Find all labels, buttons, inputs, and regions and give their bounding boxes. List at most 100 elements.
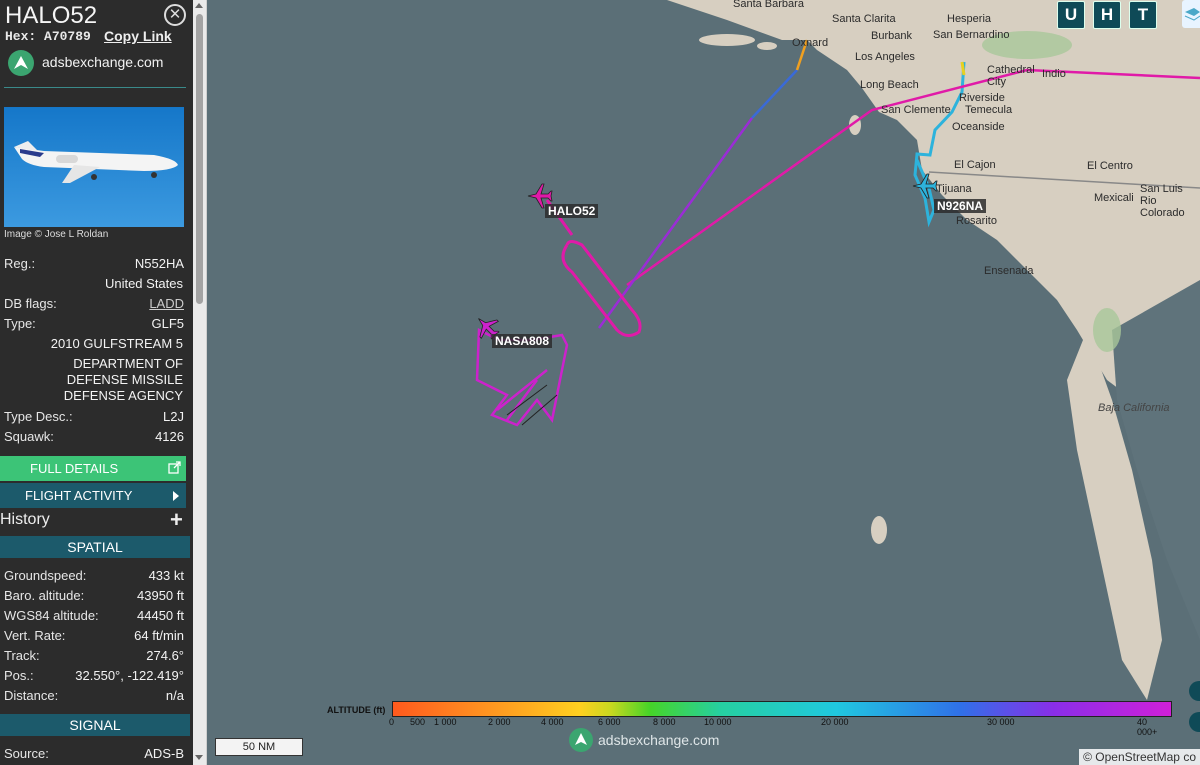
squawk-row: Squawk: 4126 [4,429,184,446]
brand-text: adsbexchange.com [42,54,164,70]
hud-button-t[interactable]: T [1129,1,1157,29]
copy-link[interactable]: Copy Link [104,28,172,44]
legend-tick: 4 000 [541,717,564,727]
full-details-label: FULL DETAILS [30,461,119,476]
squawk-label: Squawk: [4,429,54,444]
city-label: San Clemente [881,104,951,116]
legend-gradient-bar [392,701,1172,717]
reg-value: N552HA [134,256,184,271]
city-label: Riverside [959,92,1005,104]
flight-activity-label: FLIGHT ACTIVITY [25,488,133,503]
legend-tick: 20 000 [821,717,849,727]
layers-icon[interactable] [1182,0,1200,28]
wgs84-altitude-label: WGS84 altitude: [4,608,99,623]
groundspeed-value: 433 kt [148,568,184,583]
channel-island [699,34,755,46]
city-label: El Centro [1087,160,1133,172]
n926na-track-low [960,61,966,76]
history-label: History [0,511,50,528]
operator-line-1: DEPARTMENT OF [73,356,183,371]
adsbexchange-logo-icon [569,728,593,752]
source-row: Source: ADS-B [4,746,184,763]
source-value: ADS-B [144,746,184,761]
flight-activity-button[interactable]: FLIGHT ACTIVITY [0,483,186,508]
close-icon[interactable]: ✕ [164,4,186,26]
signal-heading: SIGNAL [0,714,190,736]
typedesc-label: Type Desc.: [4,409,73,424]
region-label: Baja California [1098,402,1170,414]
groundspeed-label: Groundspeed: [4,568,87,583]
hud-button-h[interactable]: H [1093,1,1121,29]
plus-icon: + [170,507,183,532]
track-row: Track: 274.6° [4,648,184,665]
baro-altitude-value: 43950 ft [137,588,184,603]
city-label: Tijuana [936,183,972,195]
vert-rate-label: Vert. Rate: [4,628,66,643]
legend-tick: 8 000 [653,717,676,727]
legend-title: ALTITUDE (ft) [327,705,386,715]
groundspeed-row: Groundspeed: 433 kt [4,568,184,585]
image-credit: Image © Jose L Roldan [4,229,109,240]
city-label: San Bernardino [933,29,1010,41]
distance-label: Distance: [4,688,59,703]
park-area [1093,308,1121,352]
full-details-button[interactable]: FULL DETAILS [0,456,186,481]
legend-tick: 500 [410,717,426,727]
city-label: Oceanside [952,121,1005,133]
typedesc-value: L2J [163,409,184,424]
brand-link[interactable]: adsbexchange.com [8,50,188,76]
position-value: 32.550°, -122.419° [75,668,184,683]
operator-line-2: DEFENSE MISSILE [66,372,183,387]
n926na-label[interactable]: N926NA [934,199,987,213]
wgs84-altitude-value: 44450 ft [137,608,184,623]
city-label: Ensenada [984,265,1034,277]
hud-button-u[interactable]: U [1057,1,1085,29]
wgs84-altitude-row: WGS84 altitude: 44450 ft [4,608,184,625]
map-canvas [475,0,1200,700]
city-label: Cathedral City [987,64,1035,88]
city-label: Santa Barbara [733,0,804,10]
callsign-title: HALO52 [5,2,98,29]
dbflags-value[interactable]: LADD [149,296,184,311]
city-label: Indio [1042,68,1066,80]
sidebar-scrollbar[interactable] [193,0,207,765]
divider [4,87,186,88]
halo52-label[interactable]: HALO52 [545,204,599,218]
nasa808-label[interactable]: NASA808 [492,334,553,348]
aircraft-info-panel: HALO52 ✕ Hex: A70789 Copy Link adsbexcha… [0,0,193,765]
spatial-heading: SPATIAL [0,536,190,558]
legend-tick: 10 000 [704,717,732,727]
track-label: Track: [4,648,40,663]
legend-tick: 30 000 [987,717,1015,727]
distance-value: n/a [165,688,184,703]
city-label: Mexicali [1094,192,1134,204]
typedesc-row: Type Desc.: L2J [4,409,184,426]
osm-attribution[interactable]: © OpenStreetMap co [1079,749,1200,765]
vert-rate-value: 64 ft/min [134,628,184,643]
channel-island [757,42,777,50]
history-toggle[interactable]: History + [0,507,190,532]
scroll-thumb[interactable] [196,14,203,304]
city-label: Rosarito [956,215,997,227]
track-value: 274.6° [146,648,184,663]
aircraft-photo[interactable] [4,107,184,227]
external-link-icon [168,461,181,474]
distance-row: Distance: n/a [4,688,184,705]
hex-value: A70789 [44,29,91,44]
baro-altitude-row: Baro. altitude: 43950 ft [4,588,184,605]
dbflags-row: DB flags: LADD [4,296,184,313]
city-label: Los Angeles [855,51,915,63]
position-label: Pos.: [4,668,34,683]
reg-row: Reg.: N552HA [4,256,184,273]
city-label: Santa Clarita [832,13,896,25]
vert-rate-row: Vert. Rate: 64 ft/min [4,628,184,645]
reg-label: Reg.: [4,256,36,271]
scroll-up-icon[interactable] [195,3,203,8]
scale-bar: 50 NM [215,738,303,756]
scroll-down-icon[interactable] [195,755,203,760]
type-row: Type: GLF5 [4,316,184,333]
city-label: Oxnard [792,37,829,49]
hex-label: Hex: [5,29,37,44]
chevron-right-icon [173,491,179,501]
map-view[interactable]: Santa Barbara Santa Clarita Hesperia Bur… [207,0,1200,765]
